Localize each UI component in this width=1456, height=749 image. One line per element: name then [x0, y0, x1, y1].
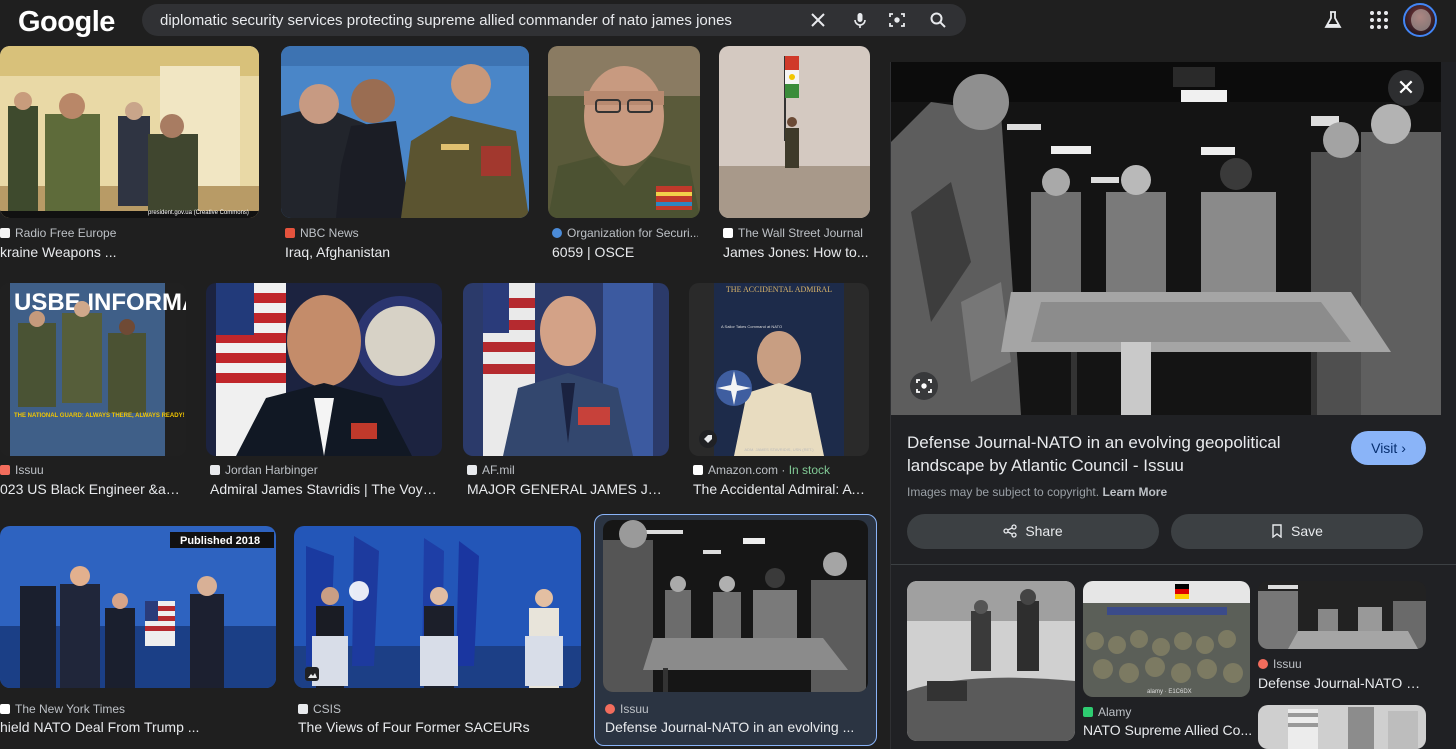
result-thumbnail[interactable] [463, 283, 669, 456]
image-preview-panel: ✕ Defense Journal-NATO in an evolving ge… [890, 62, 1456, 749]
source-favicon [298, 704, 308, 714]
magazine-tagline: THE NATIONAL GUARD: ALWAYS THERE, ALWAYS… [14, 413, 185, 419]
related-source[interactable]: Alamy [1083, 705, 1253, 719]
source-favicon [0, 465, 10, 475]
search-box[interactable] [142, 4, 966, 36]
result-title[interactable]: The Views of Four Former SACEURs [298, 719, 578, 735]
apps-grid-icon[interactable] [1368, 9, 1390, 31]
source-favicon [0, 704, 10, 714]
chevron-right-icon: › [1401, 440, 1406, 456]
account-avatar[interactable] [1403, 3, 1437, 37]
visit-button[interactable]: Visit › [1351, 431, 1426, 465]
google-logo[interactable]: Google [18, 6, 115, 39]
result-title[interactable]: MAJOR GENERAL JAMES J. J... [467, 481, 663, 497]
labs-flask-icon[interactable] [1322, 9, 1344, 31]
source-favicon [210, 465, 220, 475]
shopping-tag-icon [699, 430, 717, 448]
book-subtitle: A Sailor Takes Command at NATO [721, 324, 782, 329]
stock-status: In stock [788, 463, 831, 477]
stock-photo-mark: alamy · E1C6DX [1147, 689, 1192, 695]
microphone-icon[interactable] [850, 10, 870, 30]
result-source[interactable]: Issuu [0, 463, 186, 477]
related-thumbnail[interactable]: alamy · E1C6DX [1083, 581, 1250, 697]
result-thumbnail[interactable]: USBE INFORMATION TECHNOLOGY THE NATIONAL… [0, 283, 186, 456]
related-thumbnail[interactable] [1258, 581, 1426, 649]
source-favicon [723, 228, 733, 238]
result-source[interactable]: Organization for Securi... [552, 226, 698, 240]
copyright-notice: Images may be subject to copyright. Lear… [907, 485, 1168, 499]
lens-icon[interactable] [887, 10, 907, 30]
close-icon[interactable] [808, 10, 828, 30]
result-source[interactable]: The Wall Street Journal [723, 226, 869, 240]
top-bar: Google [0, 0, 1456, 44]
source-favicon [1083, 707, 1093, 717]
result-thumbnail[interactable]: Published 2018 [0, 526, 276, 688]
result-thumbnail[interactable] [603, 520, 868, 692]
result-title[interactable]: Admiral James Stavridis | The Voya... [210, 481, 438, 497]
source-favicon [1258, 659, 1268, 669]
result-title[interactable]: hield NATO Deal From Trump ... [0, 719, 276, 735]
result-title[interactable]: 6059 | OSCE [552, 244, 698, 260]
learn-more-link[interactable]: Learn More [1102, 485, 1167, 499]
lens-search-icon[interactable] [910, 372, 938, 400]
result-title[interactable]: Iraq, Afghanistan [285, 244, 529, 260]
share-button[interactable]: Share [907, 514, 1159, 549]
related-title[interactable]: Defense Journal-NATO in... [1258, 675, 1423, 691]
result-thumbnail[interactable] [281, 46, 529, 218]
related-thumbnail[interactable] [1258, 705, 1426, 749]
search-icon[interactable] [928, 10, 948, 30]
result-source[interactable]: Issuu [605, 702, 870, 716]
result-source[interactable]: Radio Free Europe [0, 226, 255, 240]
result-thumbnail[interactable] [719, 46, 870, 218]
share-icon [1003, 514, 1017, 549]
preview-image[interactable]: ✕ [891, 62, 1441, 415]
result-title[interactable]: The Accidental Admiral: A ... [693, 481, 865, 497]
result-source[interactable]: Amazon.com · In stock [693, 463, 869, 477]
source-favicon [605, 704, 615, 714]
result-source[interactable]: AF.mil [467, 463, 667, 477]
source-favicon [693, 465, 703, 475]
book-title: THE ACCIDENTAL ADMIRAL [726, 285, 832, 294]
source-favicon [552, 228, 562, 238]
image-type-icon [305, 667, 319, 681]
result-thumbnail[interactable] [294, 526, 581, 688]
result-thumbnail[interactable]: THE ACCIDENTAL ADMIRAL A Sailor Takes Co… [689, 283, 869, 456]
save-button[interactable]: Save [1171, 514, 1423, 549]
close-preview-button[interactable]: ✕ [1388, 70, 1424, 106]
related-thumbnail[interactable] [907, 581, 1075, 741]
result-source[interactable]: The New York Times [0, 702, 276, 716]
result-title[interactable]: Defense Journal-NATO in an evolving ... [605, 719, 870, 735]
source-favicon [0, 228, 10, 238]
result-source[interactable]: NBC News [285, 226, 529, 240]
result-source[interactable]: Jordan Harbinger [210, 463, 442, 477]
search-input[interactable] [160, 4, 800, 36]
source-favicon [285, 228, 295, 238]
source-favicon [467, 465, 477, 475]
book-author: ADM. JAMES STAVRIDIS, USN (RET.) [744, 447, 814, 452]
result-source[interactable]: CSIS [298, 702, 578, 716]
result-thumbnail[interactable] [206, 283, 442, 456]
result-title[interactable]: 023 US Black Engineer &am... [0, 481, 185, 497]
bookmark-icon [1271, 514, 1283, 549]
related-source[interactable]: Issuu [1258, 657, 1428, 671]
preview-title[interactable]: Defense Journal-NATO in an evolving geop… [907, 431, 1327, 477]
panel-divider [891, 564, 1456, 565]
result-title[interactable]: James Jones: How to... [723, 244, 869, 260]
result-title[interactable]: kraine Weapons ... [0, 244, 258, 260]
result-thumbnail[interactable] [548, 46, 700, 218]
related-title[interactable]: NATO Supreme Allied Co... [1083, 722, 1253, 738]
photo-credit: president.gov.ua (Creative Commons) [148, 210, 249, 216]
published-badge: Published 2018 [180, 535, 260, 547]
result-thumbnail[interactable]: president.gov.ua (Creative Commons) [0, 46, 259, 218]
